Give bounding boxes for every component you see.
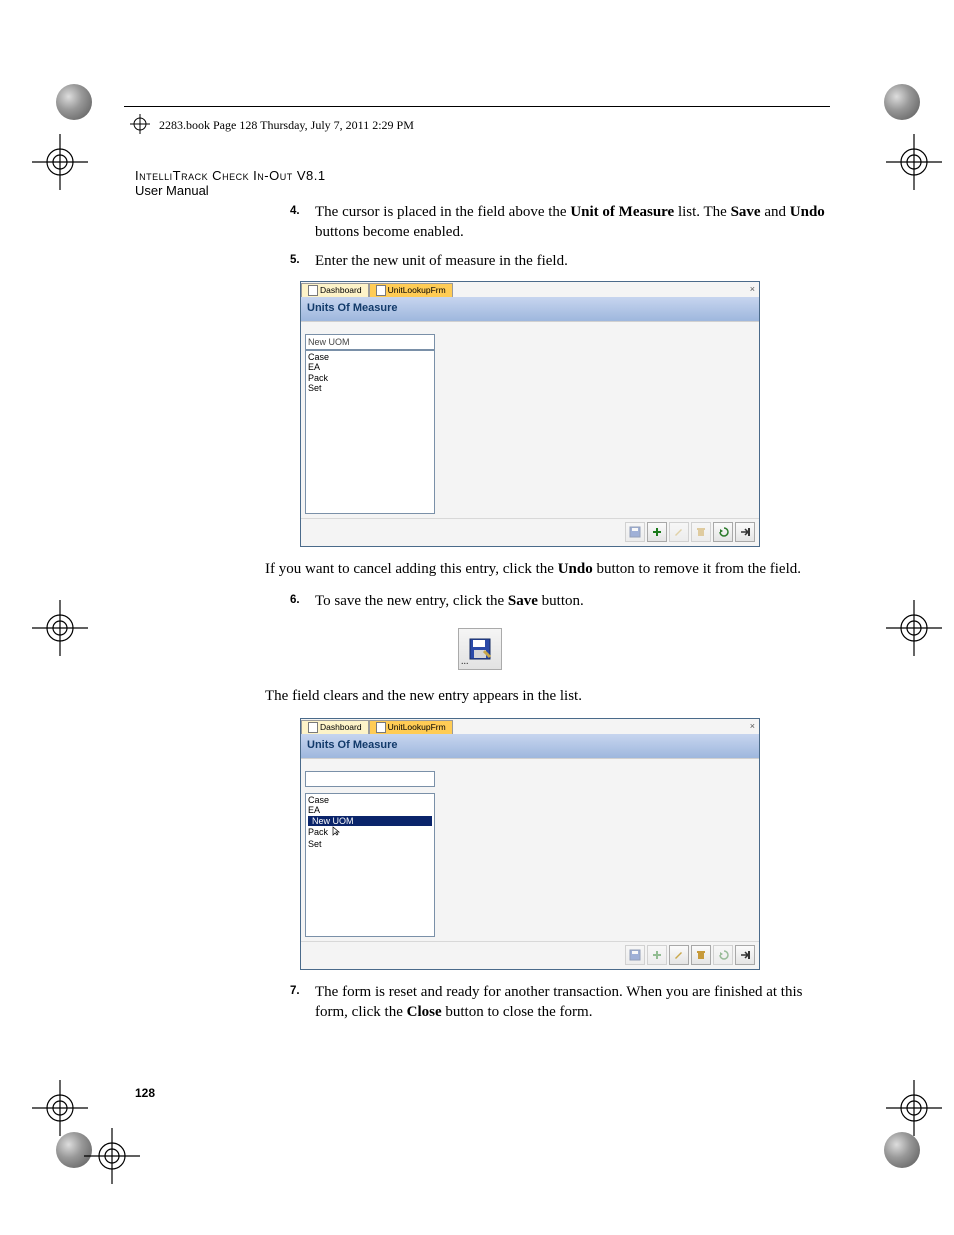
list-item[interactable]: Set [308, 383, 432, 393]
list-item[interactable]: Set [308, 839, 432, 849]
form-title: Units Of Measure [301, 297, 759, 321]
list-item[interactable]: Pack [308, 826, 432, 838]
step-number: 6. [290, 593, 300, 609]
edit-button[interactable] [669, 522, 689, 542]
page-content: 4. The cursor is placed in the field abo… [135, 202, 825, 1031]
cropmark-text: 2283.book Page 128 Thursday, July 7, 201… [159, 118, 414, 132]
tab-dashboard[interactable]: Dashboard [301, 283, 369, 297]
delete-button[interactable] [691, 945, 711, 965]
list-item-selected[interactable]: New UOM [308, 816, 432, 826]
delete-button[interactable] [691, 522, 711, 542]
step-4: 4. The cursor is placed in the field abo… [135, 202, 825, 243]
registration-mark-icon [32, 1080, 88, 1136]
registration-mark-icon [130, 114, 150, 138]
uom-listbox[interactable]: Case EA New UOM Pack Set [305, 793, 435, 937]
uom-input[interactable]: New UOM [305, 334, 435, 350]
document-icon [376, 285, 386, 296]
page-rule [124, 106, 830, 107]
page-header: IntelliTrack Check In-Out V8.1 User Manu… [135, 168, 326, 198]
toolbar-spacer [301, 321, 759, 332]
toolbar-spacer [301, 758, 759, 769]
close-button[interactable] [735, 522, 755, 542]
cropmark-info: 2283.book Page 128 Thursday, July 7, 201… [130, 114, 414, 138]
step-6: 6. To save the new entry, click the Save… [135, 591, 825, 611]
save-button-illustration: ... [458, 628, 502, 670]
tab-unitlookupfrm[interactable]: UnitLookupFrm [369, 283, 453, 297]
tab-strip: Dashboard UnitLookupFrm × [301, 282, 759, 297]
step-text: The form is reset and ready for another … [315, 984, 802, 1020]
registration-mark-icon [886, 600, 942, 656]
cursor-icon [332, 826, 340, 838]
save-button[interactable] [625, 522, 645, 542]
registration-mark-icon [32, 600, 88, 656]
add-button[interactable] [647, 522, 667, 542]
document-icon [376, 722, 386, 733]
step-number: 5. [290, 253, 300, 269]
tab-dashboard[interactable]: Dashboard [301, 720, 369, 734]
step-number: 4. [290, 204, 300, 220]
tab-close-button[interactable]: × [746, 283, 759, 297]
registration-mark-icon [886, 134, 942, 190]
doc-subtitle: User Manual [135, 183, 326, 198]
add-button[interactable] [647, 945, 667, 965]
document-icon [308, 285, 318, 296]
step-text: The cursor is placed in the field above … [315, 204, 825, 240]
undo-note: If you want to cancel adding this entry,… [265, 559, 825, 579]
save-button-caption: ... [461, 655, 469, 669]
undo-button[interactable] [713, 945, 733, 965]
form-title: Units Of Measure [301, 734, 759, 758]
registration-mark-icon [84, 1128, 140, 1184]
page-number: 128 [135, 1086, 155, 1100]
decor-sphere [884, 84, 920, 120]
tab-strip: Dashboard UnitLookupFrm × [301, 719, 759, 734]
list-item[interactable]: Case [308, 795, 432, 805]
close-button[interactable] [735, 945, 755, 965]
tab-unitlookupfrm[interactable]: UnitLookupFrm [369, 720, 453, 734]
uom-input[interactable] [305, 771, 435, 787]
list-item[interactable]: Case [308, 352, 432, 362]
product-name: IntelliTrack Check In-Out V8.1 [135, 168, 326, 183]
document-icon [308, 722, 318, 733]
registration-mark-icon [32, 134, 88, 190]
step-number: 7. [290, 984, 300, 1000]
decor-sphere [56, 84, 92, 120]
step-text: Enter the new unit of measure in the fie… [315, 253, 568, 269]
undo-button[interactable] [713, 522, 733, 542]
list-item[interactable]: EA [308, 362, 432, 372]
floppy-disk-icon [468, 637, 492, 661]
tab-close-button[interactable]: × [746, 720, 759, 734]
screenshot-uom-form-entry: Dashboard UnitLookupFrm × Units Of Measu… [300, 281, 760, 547]
step-7: 7. The form is reset and ready for anoth… [135, 982, 825, 1023]
uom-listbox[interactable]: Case EA Pack Set [305, 350, 435, 514]
form-toolbar [301, 518, 759, 546]
decor-sphere [884, 1132, 920, 1168]
list-item[interactable]: Pack [308, 373, 432, 383]
step-text: To save the new entry, click the Save bu… [315, 593, 584, 609]
step-5: 5. Enter the new unit of measure in the … [135, 251, 825, 271]
screenshot-uom-form-saved: Dashboard UnitLookupFrm × Units Of Measu… [300, 718, 760, 970]
save-button[interactable] [625, 945, 645, 965]
form-toolbar [301, 941, 759, 969]
clears-paragraph: The field clears and the new entry appea… [265, 686, 825, 706]
edit-button[interactable] [669, 945, 689, 965]
list-item[interactable]: EA [308, 805, 432, 815]
registration-mark-icon [886, 1080, 942, 1136]
